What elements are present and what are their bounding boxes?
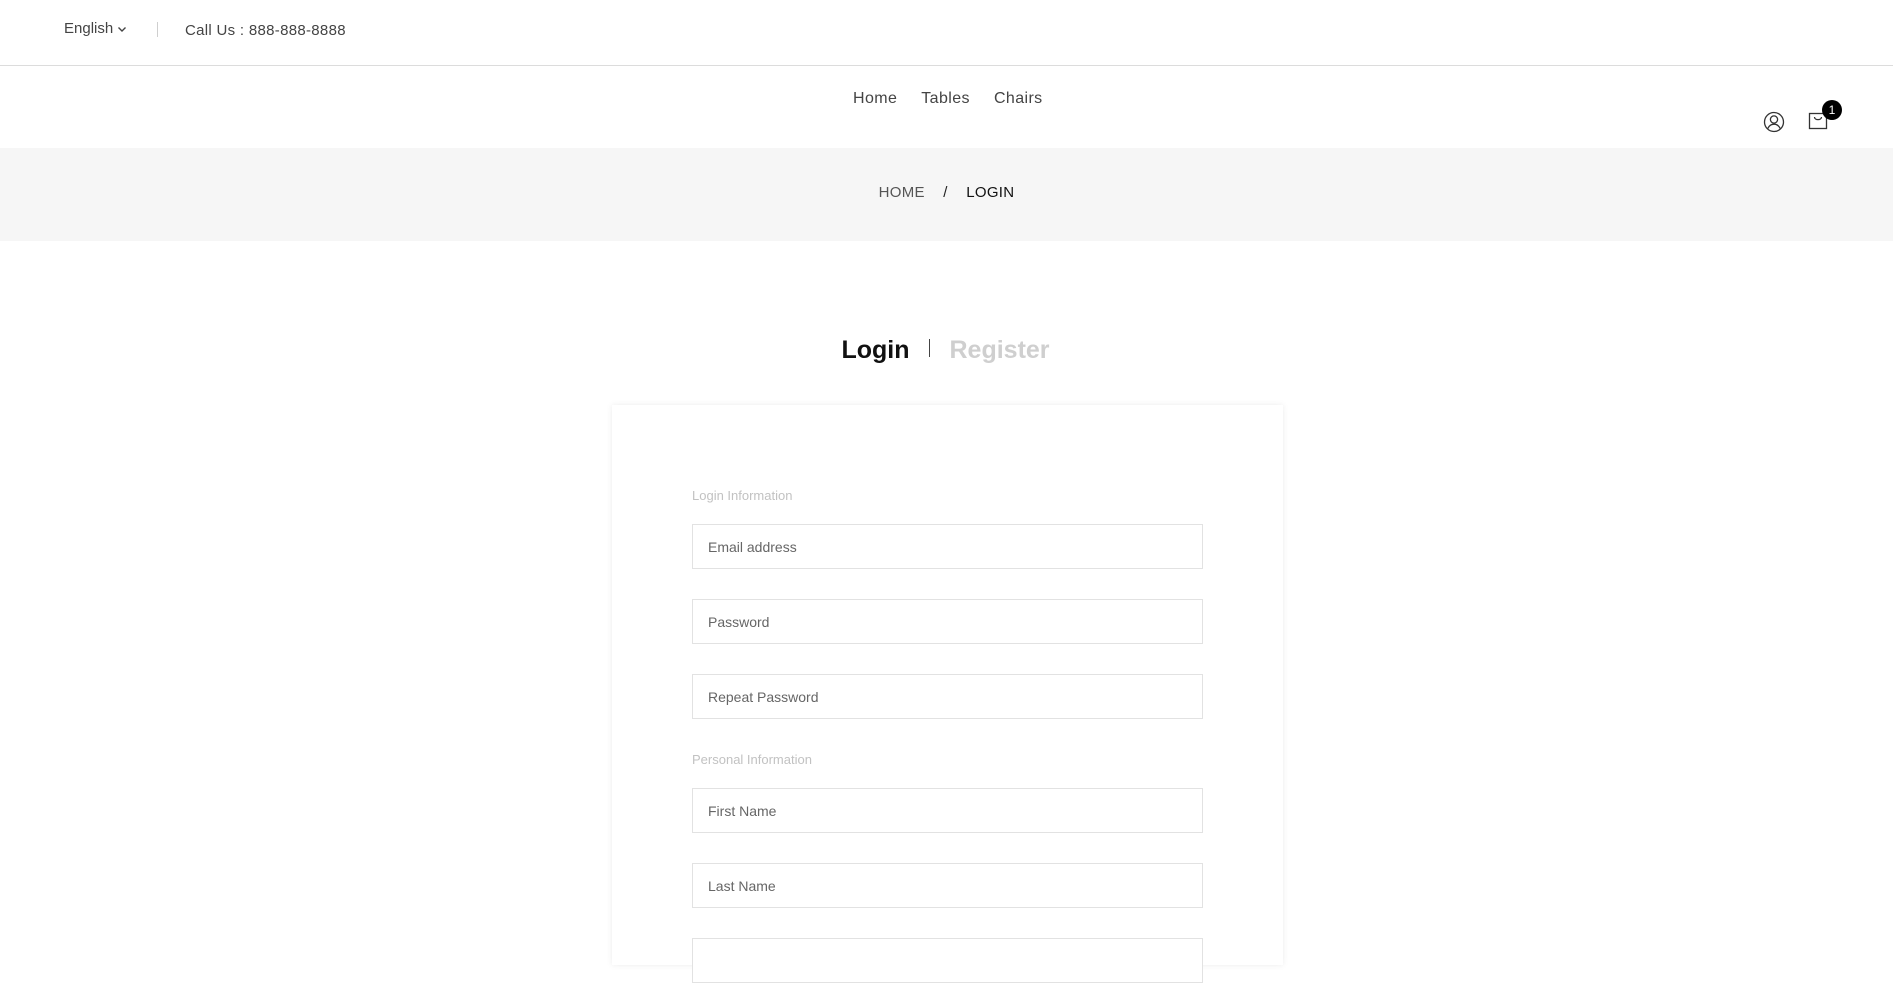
language-selector[interactable]: English bbox=[64, 20, 127, 37]
breadcrumb-home-link[interactable]: HOME bbox=[879, 184, 925, 201]
topbar-divider bbox=[157, 22, 158, 37]
last-name-field[interactable] bbox=[692, 863, 1203, 908]
first-name-field[interactable] bbox=[692, 788, 1203, 833]
chevron-down-icon bbox=[118, 26, 127, 32]
personal-information-label: Personal Information bbox=[692, 752, 812, 767]
cart-count-badge: 1 bbox=[1822, 100, 1842, 120]
nav-links: Home Tables Chairs bbox=[853, 90, 1043, 108]
breadcrumb-separator: / bbox=[943, 184, 948, 201]
breadcrumb-band: HOME / LOGIN bbox=[0, 148, 1893, 241]
password-field[interactable] bbox=[692, 599, 1203, 644]
tab-register[interactable]: Register bbox=[949, 336, 1049, 365]
repeat-password-field[interactable] bbox=[692, 674, 1203, 719]
nav-link-tables[interactable]: Tables bbox=[921, 90, 970, 108]
nav-link-chairs[interactable]: Chairs bbox=[994, 90, 1043, 108]
auth-form-card: Login Information Personal Information bbox=[612, 405, 1283, 983]
next-form-field[interactable] bbox=[692, 938, 1203, 983]
tab-divider bbox=[929, 338, 931, 357]
call-us-text: Call Us : 888-888-8888 bbox=[185, 22, 346, 39]
top-bar: English Call Us : 888-888-8888 bbox=[0, 0, 1893, 66]
breadcrumb-current: LOGIN bbox=[966, 184, 1015, 201]
email-field[interactable] bbox=[692, 524, 1203, 569]
auth-tabs: Login Register bbox=[0, 336, 1893, 365]
login-information-label: Login Information bbox=[692, 488, 793, 503]
user-icon[interactable] bbox=[1762, 110, 1786, 134]
language-label: English bbox=[64, 20, 114, 37]
breadcrumb: HOME / LOGIN bbox=[0, 184, 1893, 201]
nav-link-home[interactable]: Home bbox=[853, 90, 897, 108]
tab-login[interactable]: Login bbox=[841, 336, 909, 365]
main-nav: Home Tables Chairs 1 bbox=[0, 66, 1893, 148]
